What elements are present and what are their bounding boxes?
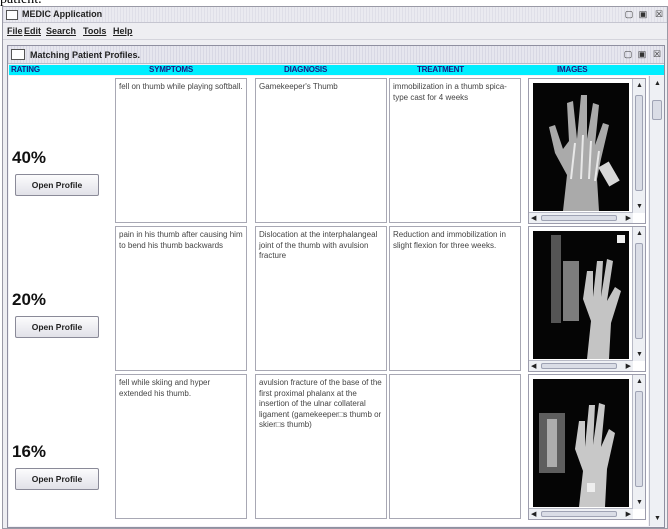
profile-row: 40% Open Profile fell on thumb while pla… <box>9 78 648 226</box>
app-window: MEDIC Application ▢ ▣ ☒ File Edit Search… <box>2 6 668 529</box>
xray-hand-image <box>533 83 629 211</box>
scroll-up-icon[interactable]: ▲ <box>654 79 661 88</box>
header-treatment[interactable]: TREATMENT <box>417 65 464 75</box>
image-horizontal-scrollbar[interactable]: ◀ ▶ <box>529 508 633 519</box>
maximize-icon[interactable]: ▣ <box>637 9 649 20</box>
symptoms-box[interactable]: fell on thumb while playing softball. <box>115 78 247 223</box>
results-vertical-scrollbar[interactable]: ▲ ▼ <box>649 76 664 526</box>
treatment-box[interactable] <box>389 374 521 519</box>
menu-search[interactable]: Search <box>46 26 76 36</box>
image-horizontal-scrollbar[interactable]: ◀ ▶ <box>529 360 633 371</box>
profile-row: 20% Open Profile pain in his thumb after… <box>9 226 648 374</box>
xray-hand-image <box>533 231 629 359</box>
menu-file[interactable]: File <box>7 26 23 36</box>
image-panel: ▲ ▼ ◀ ▶ <box>528 78 646 224</box>
header-images[interactable]: IMAGES <box>557 65 588 75</box>
app-window-icon <box>6 10 18 20</box>
menu-help[interactable]: Help <box>113 26 133 36</box>
open-profile-button[interactable]: Open Profile <box>15 316 99 338</box>
column-header-bar: RATING SYMPTOMS DIAGNOSIS TREATMENT IMAG… <box>9 65 664 75</box>
open-profile-button[interactable]: Open Profile <box>15 468 99 490</box>
image-vertical-scrollbar[interactable]: ▲ ▼ <box>632 227 645 361</box>
image-panel: ▲ ▼ ◀ ▶ <box>528 226 646 372</box>
rating-value: 16% <box>12 442 47 461</box>
menubar: File Edit Search Tools Help <box>3 24 667 40</box>
symptoms-box[interactable]: fell while skiing and hyper extended his… <box>115 374 247 519</box>
frame-titlebar[interactable]: Matching Patient Profiles. ▢ ▣ ☒ <box>8 46 664 64</box>
frame-close-icon[interactable]: ☒ <box>651 49 663 60</box>
treatment-box[interactable]: Reduction and immobilization in slight f… <box>389 226 521 371</box>
rating-value: 20% <box>12 290 47 309</box>
image-vertical-scrollbar[interactable]: ▲ ▼ <box>632 79 645 213</box>
xray-hand-image <box>533 379 629 507</box>
app-titlebar[interactable]: MEDIC Application ▢ ▣ ☒ <box>3 7 667 23</box>
rating-value: 40% <box>12 148 47 167</box>
diagnosis-box[interactable]: avulsion fracture of the base of the fir… <box>255 374 387 519</box>
frame-title: Matching Patient Profiles. <box>30 50 141 60</box>
header-diagnosis[interactable]: DIAGNOSIS <box>284 65 327 75</box>
menu-edit[interactable]: Edit <box>24 26 41 36</box>
symptoms-box[interactable]: pain in his thumb after causing him to b… <box>115 226 247 371</box>
menu-tools[interactable]: Tools <box>83 26 106 36</box>
image-horizontal-scrollbar[interactable]: ◀ ▶ <box>529 212 633 223</box>
header-rating[interactable]: RATING <box>11 65 40 75</box>
scroll-thumb[interactable] <box>652 100 662 120</box>
diagnosis-box[interactable]: Dislocation at the interphalangeal joint… <box>255 226 387 371</box>
app-title: MEDIC Application <box>22 9 103 19</box>
header-symptoms[interactable]: SYMPTOMS <box>149 65 193 75</box>
image-vertical-scrollbar[interactable]: ▲ ▼ <box>632 375 645 509</box>
frame-maximize-icon[interactable]: ▣ <box>636 49 648 60</box>
frame-window-icon <box>11 49 25 60</box>
diagnosis-box[interactable]: Gamekeeper's Thumb <box>255 78 387 223</box>
image-panel: ▲ ▼ ◀ ▶ <box>528 374 646 520</box>
matching-profiles-frame: Matching Patient Profiles. ▢ ▣ ☒ RATING … <box>7 45 665 528</box>
open-profile-button[interactable]: Open Profile <box>15 174 99 196</box>
treatment-box[interactable]: immobilization in a thumb spica-type cas… <box>389 78 521 223</box>
profile-row: 16% Open Profile fell while skiing and h… <box>9 374 648 522</box>
frame-minimize-icon[interactable]: ▢ <box>622 49 634 60</box>
minimize-icon[interactable]: ▢ <box>623 9 635 20</box>
scroll-down-icon[interactable]: ▼ <box>654 514 661 523</box>
close-icon[interactable]: ☒ <box>653 9 665 20</box>
results-list: 40% Open Profile fell on thumb while pla… <box>9 76 648 526</box>
